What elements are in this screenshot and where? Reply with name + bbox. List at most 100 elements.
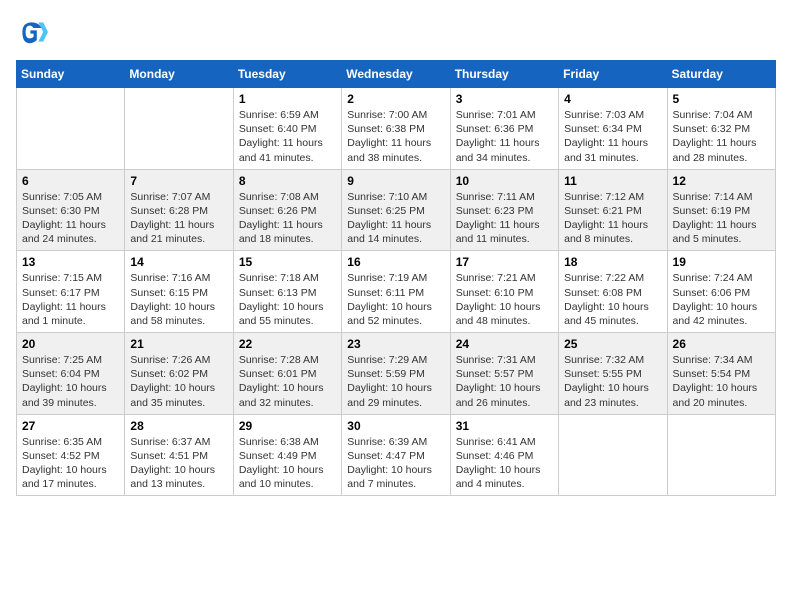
day-info: Sunrise: 7:11 AM Sunset: 6:23 PM Dayligh…: [456, 190, 553, 247]
calendar-cell: 21 Sunrise: 7:26 AM Sunset: 6:02 PM Dayli…: [125, 333, 233, 415]
day-number: 17: [456, 255, 553, 269]
day-number: 1: [239, 92, 336, 106]
calendar-cell: 12Sunrise: 7:14 AM Sunset: 6:19 PM Dayli…: [667, 169, 775, 251]
page-header: [16, 16, 776, 48]
calendar-cell: 30Sunrise: 6:39 AM Sunset: 4:47 PM Dayli…: [342, 414, 450, 496]
day-info: Sunrise: 7:32 AM Sunset: 5:55 PM Dayligh…: [564, 353, 661, 410]
calendar-cell: 17 Sunrise: 7:21 AM Sunset: 6:10 PM Dayli…: [450, 251, 558, 333]
day-number: 8: [239, 174, 336, 188]
weekday-header: Saturday: [667, 61, 775, 88]
day-number: 18: [564, 255, 661, 269]
day-number: 30: [347, 419, 444, 433]
day-info: Sunrise: 7:28 AM Sunset: 6:01 PM Dayligh…: [239, 353, 336, 410]
day-number: 11: [564, 174, 661, 188]
calendar-cell: 18 Sunrise: 7:22 AM Sunset: 6:08 PM Dayli…: [559, 251, 667, 333]
day-info: Sunrise: 6:59 AM Sunset: 6:40 PM Dayligh…: [239, 108, 336, 165]
day-number: 23: [347, 337, 444, 351]
calendar-cell: 14Sunrise: 7:16 AM Sunset: 6:15 PM Dayli…: [125, 251, 233, 333]
calendar-cell: [125, 88, 233, 170]
calendar-cell: [559, 414, 667, 496]
day-info: Sunrise: 7:03 AM Sunset: 6:34 PM Dayligh…: [564, 108, 661, 165]
day-info: Sunrise: 7:01 AM Sunset: 6:36 PM Dayligh…: [456, 108, 553, 165]
calendar-week-row: 27 Sunrise: 6:35 AM Sunset: 4:52 PM Dayli…: [17, 414, 776, 496]
day-number: 21: [130, 337, 227, 351]
day-info: Sunrise: 7:34 AM Sunset: 5:54 PM Dayligh…: [673, 353, 770, 410]
day-number: 27: [22, 419, 119, 433]
day-number: 10: [456, 174, 553, 188]
day-number: 16: [347, 255, 444, 269]
day-number: 7: [130, 174, 227, 188]
day-info: Sunrise: 7:26 AM Sunset: 6:02 PM Dayligh…: [130, 353, 227, 410]
calendar-cell: 24Sunrise: 7:31 AM Sunset: 5:57 PM Dayli…: [450, 333, 558, 415]
day-info: Sunrise: 7:07 AM Sunset: 6:28 PM Dayligh…: [130, 190, 227, 247]
day-number: 14: [130, 255, 227, 269]
weekday-header: Thursday: [450, 61, 558, 88]
calendar-week-row: 1 Sunrise: 6:59 AM Sunset: 6:40 PM Daylig…: [17, 88, 776, 170]
calendar-cell: 28 Sunrise: 6:37 AM Sunset: 4:51 PM Dayli…: [125, 414, 233, 496]
calendar-cell: 3 Sunrise: 7:01 AM Sunset: 6:36 PM Daylig…: [450, 88, 558, 170]
day-number: 28: [130, 419, 227, 433]
calendar-cell: 31 Sunrise: 6:41 AM Sunset: 4:46 PM Dayli…: [450, 414, 558, 496]
day-number: 2: [347, 92, 444, 106]
day-info: Sunrise: 7:25 AM Sunset: 6:04 PM Dayligh…: [22, 353, 119, 410]
day-number: 29: [239, 419, 336, 433]
calendar-cell: 29 Sunrise: 6:38 AM Sunset: 4:49 PM Dayli…: [233, 414, 341, 496]
day-info: Sunrise: 7:08 AM Sunset: 6:26 PM Dayligh…: [239, 190, 336, 247]
weekday-header: Friday: [559, 61, 667, 88]
day-number: 9: [347, 174, 444, 188]
calendar-cell: 7 Sunrise: 7:07 AM Sunset: 6:28 PM Daylig…: [125, 169, 233, 251]
day-number: 24: [456, 337, 553, 351]
day-number: 3: [456, 92, 553, 106]
day-info: Sunrise: 7:21 AM Sunset: 6:10 PM Dayligh…: [456, 271, 553, 328]
day-info: Sunrise: 7:05 AM Sunset: 6:30 PM Dayligh…: [22, 190, 119, 247]
calendar-cell: 26Sunrise: 7:34 AM Sunset: 5:54 PM Dayli…: [667, 333, 775, 415]
calendar-cell: [17, 88, 125, 170]
day-info: Sunrise: 6:37 AM Sunset: 4:51 PM Dayligh…: [130, 435, 227, 492]
day-number: 5: [673, 92, 770, 106]
calendar-cell: 10 Sunrise: 7:11 AM Sunset: 6:23 PM Dayli…: [450, 169, 558, 251]
calendar-cell: 13 Sunrise: 7:15 AM Sunset: 6:17 PM Dayli…: [17, 251, 125, 333]
calendar-cell: [667, 414, 775, 496]
day-info: Sunrise: 7:22 AM Sunset: 6:08 PM Dayligh…: [564, 271, 661, 328]
calendar-cell: 6 Sunrise: 7:05 AM Sunset: 6:30 PM Daylig…: [17, 169, 125, 251]
day-info: Sunrise: 7:19 AM Sunset: 6:11 PM Dayligh…: [347, 271, 444, 328]
calendar-cell: 4 Sunrise: 7:03 AM Sunset: 6:34 PM Daylig…: [559, 88, 667, 170]
day-number: 31: [456, 419, 553, 433]
day-info: Sunrise: 7:00 AM Sunset: 6:38 PM Dayligh…: [347, 108, 444, 165]
day-info: Sunrise: 7:15 AM Sunset: 6:17 PM Dayligh…: [22, 271, 119, 328]
calendar-cell: 23 Sunrise: 7:29 AM Sunset: 5:59 PM Dayli…: [342, 333, 450, 415]
calendar-cell: 25 Sunrise: 7:32 AM Sunset: 5:55 PM Dayli…: [559, 333, 667, 415]
weekday-header: Tuesday: [233, 61, 341, 88]
day-info: Sunrise: 6:38 AM Sunset: 4:49 PM Dayligh…: [239, 435, 336, 492]
weekday-header-row: SundayMondayTuesdayWednesdayThursdayFrid…: [17, 61, 776, 88]
calendar-cell: 8 Sunrise: 7:08 AM Sunset: 6:26 PM Daylig…: [233, 169, 341, 251]
day-info: Sunrise: 7:04 AM Sunset: 6:32 PM Dayligh…: [673, 108, 770, 165]
day-info: Sunrise: 6:41 AM Sunset: 4:46 PM Dayligh…: [456, 435, 553, 492]
calendar-cell: 5 Sunrise: 7:04 AM Sunset: 6:32 PM Daylig…: [667, 88, 775, 170]
calendar-cell: 22 Sunrise: 7:28 AM Sunset: 6:01 PM Dayli…: [233, 333, 341, 415]
calendar-cell: 16 Sunrise: 7:19 AM Sunset: 6:11 PM Dayli…: [342, 251, 450, 333]
day-info: Sunrise: 6:35 AM Sunset: 4:52 PM Dayligh…: [22, 435, 119, 492]
calendar-cell: 1 Sunrise: 6:59 AM Sunset: 6:40 PM Daylig…: [233, 88, 341, 170]
day-info: Sunrise: 7:18 AM Sunset: 6:13 PM Dayligh…: [239, 271, 336, 328]
calendar-cell: 2 Sunrise: 7:00 AM Sunset: 6:38 PM Daylig…: [342, 88, 450, 170]
day-number: 20: [22, 337, 119, 351]
weekday-header: Monday: [125, 61, 233, 88]
calendar-week-row: 20 Sunrise: 7:25 AM Sunset: 6:04 PM Dayli…: [17, 333, 776, 415]
day-number: 6: [22, 174, 119, 188]
calendar-cell: 15 Sunrise: 7:18 AM Sunset: 6:13 PM Dayli…: [233, 251, 341, 333]
calendar-cell: 27 Sunrise: 6:35 AM Sunset: 4:52 PM Dayli…: [17, 414, 125, 496]
calendar-table: SundayMondayTuesdayWednesdayThursdayFrid…: [16, 60, 776, 496]
weekday-header: Wednesday: [342, 61, 450, 88]
calendar-cell: 9Sunrise: 7:10 AM Sunset: 6:25 PM Daylig…: [342, 169, 450, 251]
day-info: Sunrise: 7:24 AM Sunset: 6:06 PM Dayligh…: [673, 271, 770, 328]
weekday-header: Sunday: [17, 61, 125, 88]
day-number: 19: [673, 255, 770, 269]
day-number: 15: [239, 255, 336, 269]
day-number: 22: [239, 337, 336, 351]
day-info: Sunrise: 7:14 AM Sunset: 6:19 PM Dayligh…: [673, 190, 770, 247]
day-info: Sunrise: 7:29 AM Sunset: 5:59 PM Dayligh…: [347, 353, 444, 410]
day-number: 13: [22, 255, 119, 269]
day-number: 4: [564, 92, 661, 106]
day-number: 25: [564, 337, 661, 351]
